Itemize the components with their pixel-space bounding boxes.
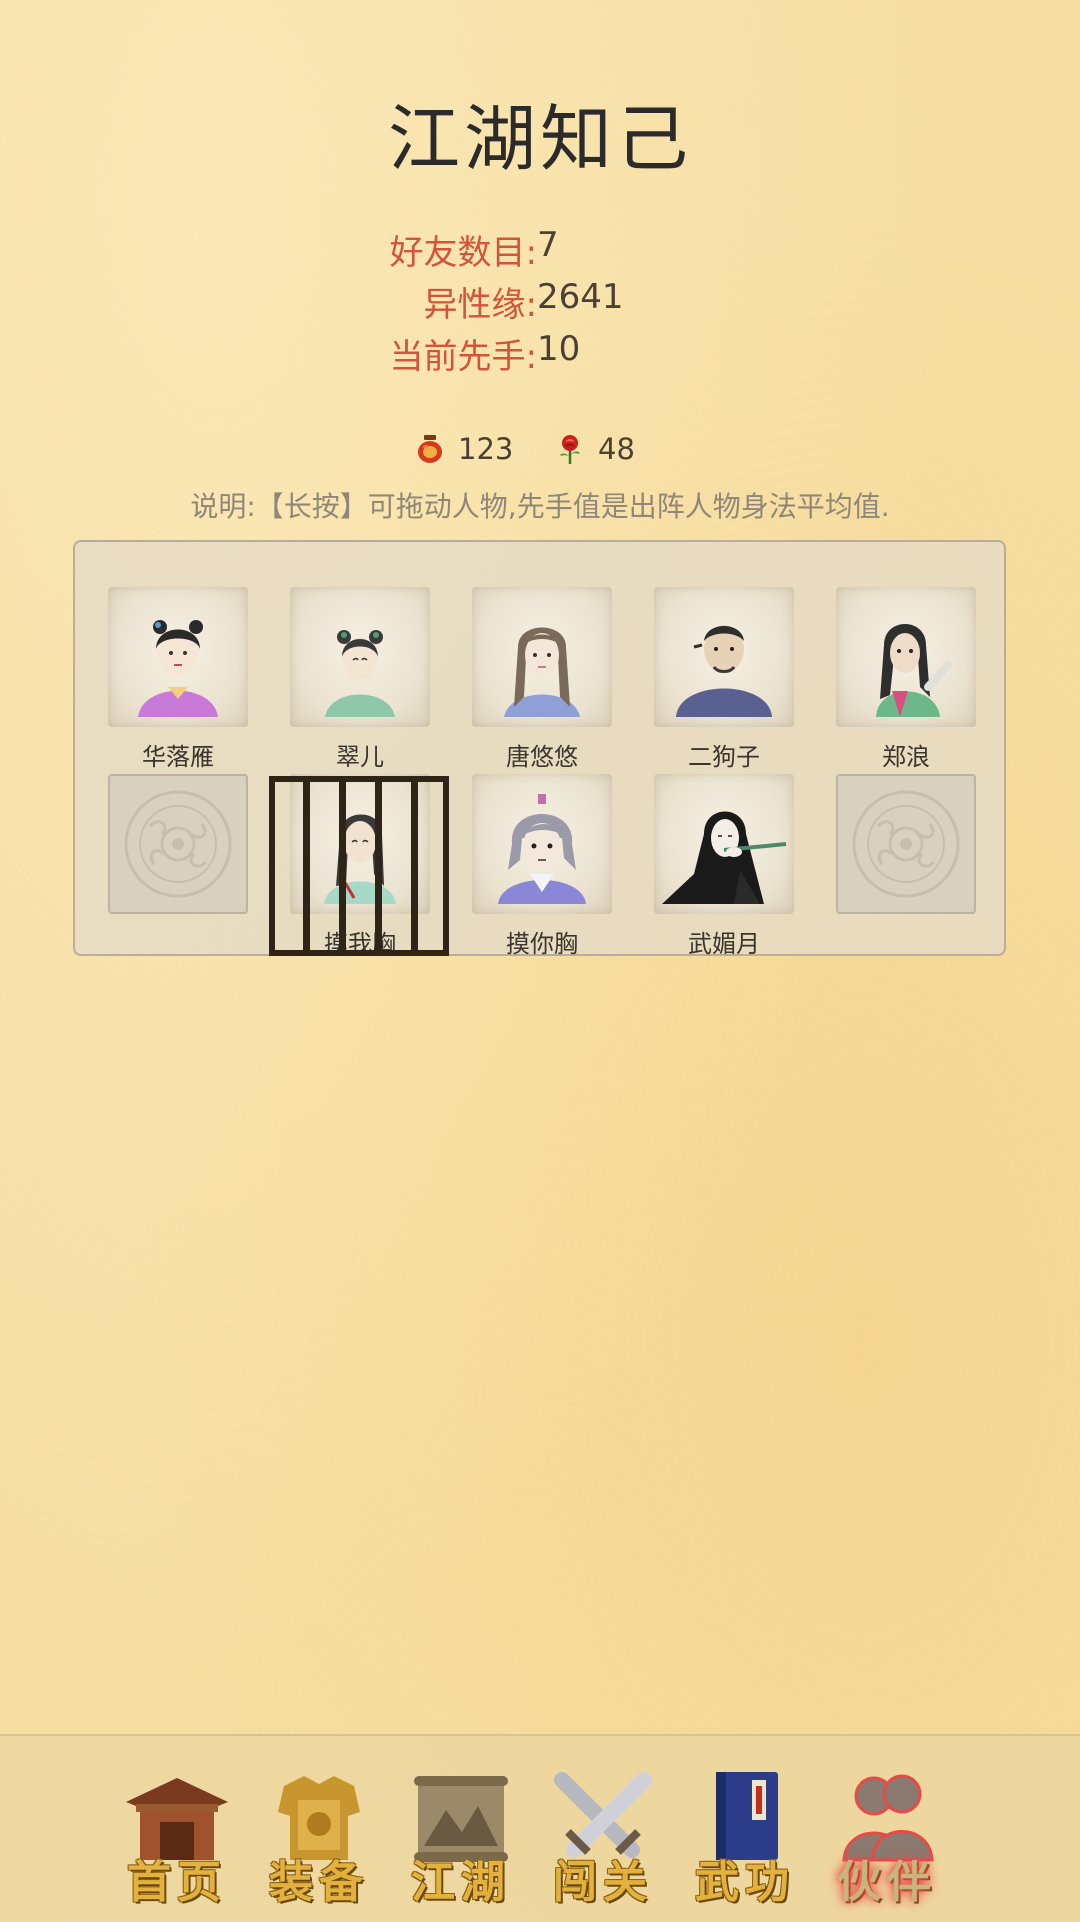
charm-value: 2641 xyxy=(537,277,624,317)
friend-count-value: 7 xyxy=(537,225,559,265)
companion-name: 二狗子 xyxy=(688,743,760,771)
companion-card[interactable]: 华落雁 xyxy=(108,587,248,771)
companion-name: 摸你胸 xyxy=(506,930,578,958)
bottom-navigation: 首页 装备 江湖 闯关 武功 伙伴 xyxy=(0,1734,1080,1922)
companion-portrait xyxy=(108,587,248,727)
companion-name: 华落雁 xyxy=(142,743,214,771)
stats-panel: 好友数目: 7 异性缘: 2641 当前先手: 10 xyxy=(0,225,1080,381)
empty-slot-emblem xyxy=(108,774,248,914)
companion-portrait xyxy=(290,587,430,727)
nav-equipment-label: 装备 xyxy=(269,1857,369,1908)
wine-count: 123 xyxy=(458,432,514,466)
initiative-value: 10 xyxy=(537,329,581,369)
companion-card[interactable]: 武媚月 xyxy=(654,774,794,958)
companion-card[interactable]: 二狗子 xyxy=(654,587,794,771)
companion-name: 唐悠悠 xyxy=(506,743,578,771)
nav-partners-label: 伙伴 xyxy=(837,1857,937,1908)
nav-challenge-label: 闯关 xyxy=(553,1857,653,1908)
companion-portrait xyxy=(472,774,612,914)
page-title: 江湖知己 xyxy=(387,97,692,181)
initiative-label: 当前先手: xyxy=(389,337,537,377)
companion-card[interactable]: 郑浪 xyxy=(836,587,976,771)
companion-card[interactable]: 唐悠悠 xyxy=(472,587,612,771)
initiative-row: 当前先手: 10 xyxy=(0,329,1080,381)
instruction-text: 说明:【长按】可拖动人物,先手值是出阵人物身法平均值. xyxy=(190,490,890,523)
empty-slot-emblem xyxy=(836,774,976,914)
companion-card[interactable]: 翠儿 xyxy=(290,587,430,771)
nav-challenge[interactable]: 闯关 xyxy=(538,1766,668,1908)
rose-count: 48 xyxy=(598,432,635,466)
friend-count-label: 好友数目: xyxy=(389,233,537,273)
cage-overlay xyxy=(269,776,449,956)
companion-name: 翠儿 xyxy=(336,743,384,771)
nav-jianghu-label: 江湖 xyxy=(411,1857,511,1908)
nav-martial-arts[interactable]: 武功 xyxy=(680,1766,810,1908)
nav-partners[interactable]: 伙伴 xyxy=(822,1766,952,1908)
companion-portrait xyxy=(472,587,612,727)
rose-icon xyxy=(554,433,586,465)
companion-portrait xyxy=(654,587,794,727)
wine-resource: 123 xyxy=(414,432,513,466)
friend-count-row: 好友数目: 7 xyxy=(0,225,1080,277)
empty-companion-slot[interactable] xyxy=(108,774,248,914)
nav-jianghu[interactable]: 江湖 xyxy=(396,1766,526,1908)
resource-bar: 123 48 xyxy=(0,432,1080,478)
nav-martial-arts-label: 武功 xyxy=(695,1857,795,1908)
companion-portrait xyxy=(836,587,976,727)
charm-row: 异性缘: 2641 xyxy=(0,277,1080,329)
nav-home[interactable]: 首页 xyxy=(112,1766,242,1908)
nav-home-label: 首页 xyxy=(127,1857,227,1908)
rose-resource: 48 xyxy=(554,432,635,466)
companion-name: 郑浪 xyxy=(882,743,930,771)
wine-jar-icon xyxy=(414,433,446,465)
charm-label: 异性缘: xyxy=(423,285,537,325)
nav-equipment[interactable]: 装备 xyxy=(254,1766,384,1908)
companion-panel: 华落雁 翠儿 唐悠悠 二狗子 郑浪 摸我胸 摸你胸 武媚月 xyxy=(73,540,1006,958)
companion-card[interactable]: 摸你胸 xyxy=(472,774,612,958)
companion-name: 武媚月 xyxy=(688,930,760,958)
empty-companion-slot[interactable] xyxy=(836,774,976,914)
companion-portrait xyxy=(654,774,794,914)
